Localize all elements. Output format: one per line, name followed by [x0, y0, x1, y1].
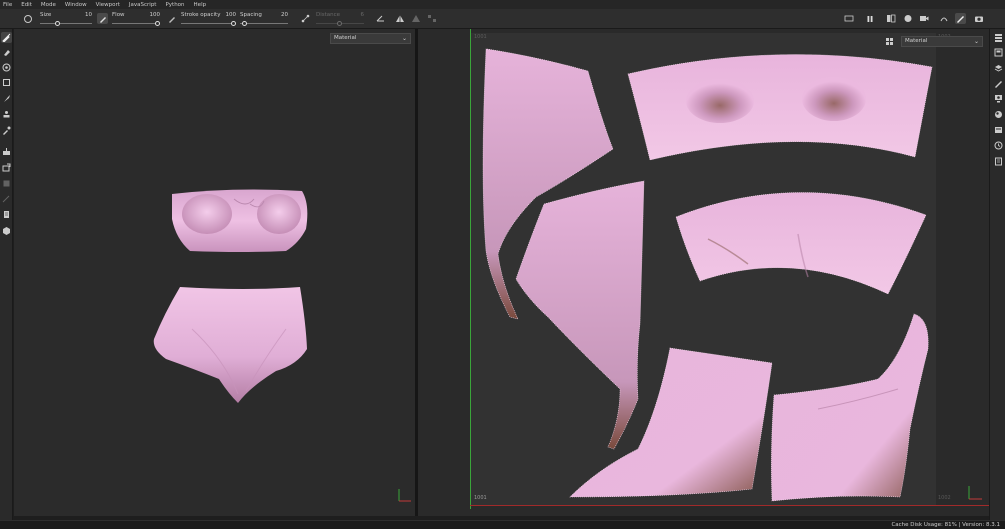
flow-value[interactable]: 100 [150, 12, 161, 18]
menu-bar: File Edit Mode Window Viewport JavaScrip… [0, 0, 1005, 9]
flow-slider-track[interactable] [112, 23, 160, 24]
model-3d-render [153, 189, 308, 403]
uv-island-shorts-back [771, 313, 929, 502]
menu-edit[interactable]: Edit [21, 2, 32, 8]
bra-right-cup [257, 194, 301, 234]
status-text: Cache Disk Usage: 81% | Version: 8.3.1 [891, 522, 1000, 528]
eraser-icon[interactable] [1, 47, 12, 58]
uv-island-bra-front [627, 54, 933, 161]
status-bar: Cache Disk Usage: 81% | Version: 8.3.1 [0, 520, 1005, 529]
properties-icon[interactable] [992, 78, 1004, 89]
pause-icon[interactable] [864, 13, 875, 24]
uv-cup-left [686, 79, 754, 123]
uv-island-shorts-front [569, 347, 773, 498]
lazy-mouse-icon[interactable] [300, 13, 311, 24]
left-tool-bar [0, 29, 13, 520]
spacing-slider-track[interactable] [240, 23, 288, 24]
paint-mode-icon[interactable] [955, 13, 966, 24]
menu-file[interactable]: File [3, 2, 12, 8]
environment-sphere-icon[interactable] [902, 13, 913, 24]
uv-island-bra-back [675, 192, 927, 295]
bake-icon[interactable] [1, 146, 12, 157]
bake-meshmaps-icon[interactable] [938, 13, 949, 24]
distance-slider-knob [337, 20, 342, 26]
size-slider-track[interactable] [40, 23, 92, 24]
box-icon[interactable] [1, 225, 12, 236]
stroke-opacity-value[interactable]: 100 [226, 12, 237, 18]
video-camera-icon[interactable] [918, 13, 929, 24]
menu-mode[interactable]: Mode [41, 2, 56, 8]
texture-set-settings-icon[interactable] [992, 47, 1004, 58]
uv-islands-render [482, 48, 933, 502]
smudge-icon[interactable] [1, 93, 12, 104]
symmetry-icon[interactable] [394, 13, 405, 24]
uv-cup-right [802, 77, 866, 121]
menu-python[interactable]: Python [165, 2, 184, 8]
size-label: Size [40, 12, 52, 18]
bra-left-cup [182, 194, 232, 234]
brush-settings-icon [1, 193, 12, 204]
layers-icon[interactable] [992, 63, 1004, 74]
menu-help[interactable]: Help [194, 2, 207, 8]
flow-control: Flow 100 [112, 11, 160, 27]
size-control: Size 10 [40, 11, 92, 27]
clone-stamp-icon[interactable] [1, 109, 12, 120]
right-panel-bar [989, 29, 1005, 520]
size-value[interactable]: 10 [85, 12, 92, 18]
viewport-2d-uv[interactable]: 1001 1001 1002 1002 Material ⌄ [418, 29, 989, 516]
brush-shape-icon[interactable] [22, 13, 33, 24]
uv-island-left-mid [515, 180, 645, 450]
spacing-value[interactable]: 20 [281, 12, 288, 18]
shorts-mesh [153, 287, 307, 403]
spacing-label: Spacing [240, 12, 262, 18]
document-icon[interactable] [1, 209, 12, 220]
polygon-fill-icon[interactable] [1, 77, 12, 88]
flow-label: Flow [112, 12, 125, 18]
log-icon[interactable] [992, 156, 1004, 167]
stroke-opacity-slider-knob[interactable] [231, 20, 236, 26]
menu-javascript[interactable]: JavaScript [129, 2, 157, 8]
paint-brush-icon[interactable] [1, 32, 12, 43]
tool-properties-bar: Size 10 Flow 100 Stroke opacity 100 Spac… [0, 9, 1005, 29]
display-settings-icon[interactable] [992, 93, 1004, 104]
distance-value: 6 [360, 12, 365, 18]
size-slider-knob[interactable] [55, 20, 60, 26]
axis-gizmo-2d [968, 486, 982, 500]
projection-icon[interactable] [1, 62, 12, 73]
iray-icon [1, 178, 12, 189]
distance-label: Distance [316, 12, 341, 18]
split-view-icon[interactable] [885, 13, 896, 24]
stroke-opacity-control: Stroke opacity 100 [181, 11, 236, 27]
stroke-opacity-label: Stroke opacity [181, 12, 221, 18]
shader-settings-icon[interactable] [992, 109, 1004, 120]
symmetry-options-icon [426, 13, 437, 24]
menu-window[interactable]: Window [65, 2, 87, 8]
texture-set-list-icon[interactable] [992, 32, 1004, 43]
screenshot-camera-icon[interactable] [973, 13, 984, 24]
stroke-opacity-slider-track[interactable] [181, 23, 236, 24]
axis-gizmo-3d [398, 489, 411, 502]
viewport-3d[interactable]: Material ⌄ [14, 29, 415, 516]
mirror-icon [410, 13, 421, 24]
distance-control: Distance 6 [316, 11, 364, 27]
flow-slider-knob[interactable] [155, 20, 160, 26]
history-icon[interactable] [992, 140, 1004, 151]
spacing-control: Spacing 20 [240, 11, 288, 27]
camera-fov-icon[interactable] [843, 13, 854, 24]
color-picker-icon[interactable] [1, 125, 12, 136]
flow-pressure-icon[interactable] [166, 13, 177, 24]
pen-pressure-icon[interactable] [97, 13, 108, 24]
spacing-slider-knob[interactable] [242, 20, 247, 26]
angle-icon[interactable] [375, 13, 386, 24]
menu-viewport[interactable]: Viewport [96, 2, 120, 8]
export-icon[interactable] [1, 162, 12, 173]
shelf-icon[interactable] [992, 124, 1004, 135]
